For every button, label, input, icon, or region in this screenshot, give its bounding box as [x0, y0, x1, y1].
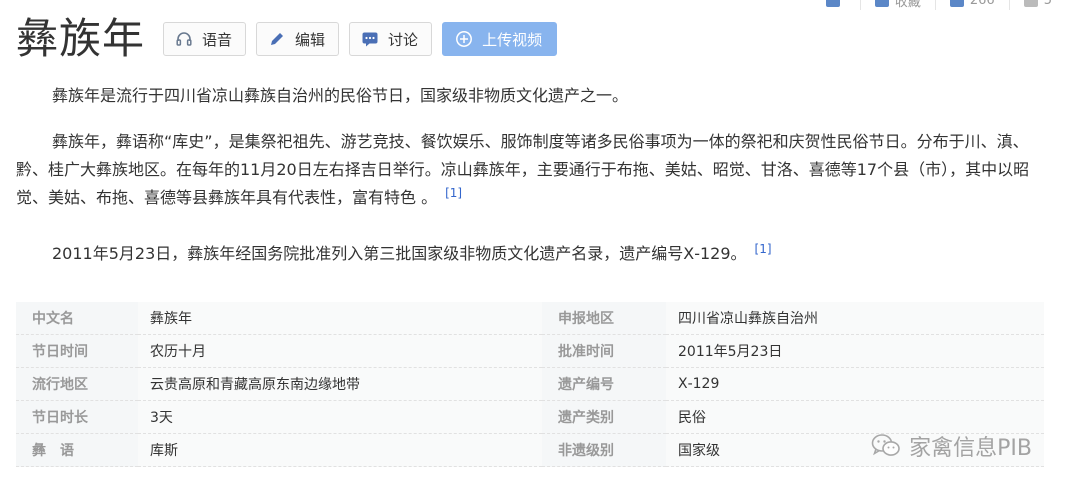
- info-key: 申报地区: [542, 302, 666, 335]
- page-title: 彝族年: [16, 14, 146, 63]
- wechat-icon: [871, 434, 900, 456]
- info-key: 中文名: [16, 302, 138, 335]
- description-paragraph: 彝族年，彝语称“库史”，是集祭祀祖先、游艺竞技、餐饮娱乐、服饰制度等诸多民俗事项…: [16, 132, 1030, 207]
- info-value: 云贵高原和青藏高原东南边缘地带: [138, 367, 542, 401]
- table-row: 节日时长 3天 遗产类别 民俗: [16, 400, 1044, 434]
- like-icon: [949, 0, 964, 7]
- star-icon: [874, 0, 889, 7]
- voice-button[interactable]: 语音: [163, 22, 247, 56]
- forward-item[interactable]: 5: [1008, 0, 1066, 10]
- discuss-button[interactable]: 讨论: [349, 22, 433, 56]
- reference-link[interactable]: [1]: [445, 186, 462, 200]
- info-key: 节日时间: [16, 334, 138, 368]
- info-value: 农历十月: [138, 334, 542, 368]
- info-key: 遗产类别: [542, 400, 666, 434]
- edit-button[interactable]: 编辑: [256, 22, 340, 56]
- table-row: 中文名 彝族年 申报地区 四川省凉山彝族自治州: [16, 302, 1044, 335]
- share-item[interactable]: [812, 0, 860, 10]
- table-row: 流行地区 云贵高原和青藏高原东南边缘地带 遗产编号 Ⅹ-129: [16, 367, 1044, 401]
- top-toolbar: 收藏 266 5: [812, 0, 1066, 12]
- title-row: 彝族年 语音 编辑 讨论 上传视频: [16, 12, 567, 66]
- info-key: 遗产编号: [542, 367, 666, 401]
- share-icon: [825, 0, 840, 7]
- info-key: 非遗级别: [542, 433, 666, 467]
- table-row: 节日时间 农历十月 批准时间 2011年5月23日: [16, 334, 1044, 368]
- baike-entry-page: 收藏 266 5 彝族年 语音 编辑 讨论 上传视频 彝族年是流行于四川省凉山彝…: [0, 0, 1066, 490]
- plus-circle-icon: [455, 30, 473, 48]
- reference-link[interactable]: [1]: [755, 242, 772, 256]
- like-item[interactable]: 266: [934, 0, 1009, 10]
- forward-icon: [1023, 0, 1038, 7]
- upload-video-button[interactable]: 上传视频: [442, 22, 558, 56]
- info-key: 批准时间: [542, 334, 666, 368]
- info-value: Ⅹ-129: [666, 367, 1044, 401]
- summary-paragraph: 彝族年是流行于四川省凉山彝族自治州的民俗节日，国家级非物质文化遗产之一。: [52, 86, 629, 105]
- info-value: 3天: [138, 400, 542, 434]
- info-value: 2011年5月23日: [666, 334, 1044, 368]
- info-value: 彝族年: [138, 302, 542, 335]
- favorite-item[interactable]: 收藏: [859, 0, 935, 10]
- info-value: 库斯: [138, 433, 542, 467]
- info-key: 流行地区: [16, 367, 138, 401]
- watermark: 家禽信息PIB: [871, 430, 1032, 462]
- info-value: 四川省凉山彝族自治州: [666, 302, 1044, 335]
- pencil-icon: [268, 30, 286, 48]
- info-key: 彝 语: [16, 433, 138, 467]
- headphones-icon: [175, 30, 193, 48]
- heritage-paragraph: 2011年5月23日，彝族年经国务院批准列入第三批国家级非物质文化遗产名录，遗产…: [52, 241, 772, 263]
- info-value: 民俗: [666, 400, 1044, 434]
- info-key: 节日时长: [16, 400, 138, 434]
- chat-bubble-icon: [361, 30, 379, 48]
